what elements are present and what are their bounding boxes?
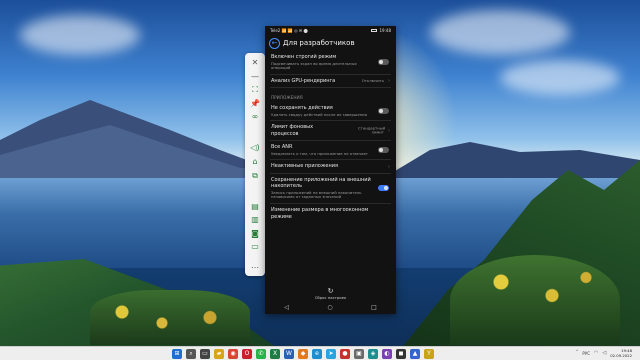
setting-subtitle: Удалять сводку действий после их заверше… — [271, 111, 367, 117]
volume-icon[interactable]: ◁ — [602, 350, 606, 356]
taskbar-telegram-icon[interactable]: ➤ — [326, 349, 336, 359]
setting-gpu-profiling[interactable]: Анализ GPU-рендеринга Отключить › — [270, 75, 391, 89]
setting-inactive-apps[interactable]: Неактивные приложения › — [270, 160, 391, 174]
taskbar-app-orange-icon[interactable]: ◆ — [298, 349, 308, 359]
page-title: Для разработчиков — [283, 39, 355, 47]
setting-subtitle: Подсвечивать экран во время длительных о… — [271, 60, 357, 71]
cloud — [20, 15, 140, 55]
setting-subtitle: Запись приложений на внешний накопитель … — [271, 189, 362, 200]
setting-title: Сохранение приложений на внешний накопит… — [271, 176, 371, 190]
multitask-icon[interactable]: ⧉ — [248, 170, 262, 181]
status-carrier: Tele2 📶 📶 ◎ ✉ ⬤ — [270, 28, 308, 33]
setting-force-external-storage[interactable]: Сохранение приложений на внешний накопит… — [270, 174, 391, 205]
setting-dont-keep-activities[interactable]: Не сохранять действия Удалять сводку дей… — [270, 102, 391, 122]
force-external-storage-toggle[interactable] — [378, 185, 389, 192]
flowers-right — [450, 255, 620, 345]
close-icon[interactable]: ✕ — [248, 58, 262, 69]
taskbar-chrome-icon[interactable]: ◉ — [228, 349, 238, 359]
chevron-right-icon: › — [388, 127, 390, 134]
setting-title: Включен строгий режим — [271, 54, 337, 60]
chevron-right-icon: › — [388, 77, 390, 84]
mirror-side-toolbar: ✕ — ⛶ 📌 ∞ ◁) ⌂ ⧉ ▤ ▥ ◙ ▭ ⋯ — [245, 53, 265, 276]
setting-title: Не сохранять действия — [271, 105, 333, 112]
setting-value: Стандартный лимит — [358, 125, 386, 135]
system-tray: ˄ РУС ◠ ◁ 19:48 02.09.2022 — [576, 348, 632, 358]
home-icon[interactable]: ⌂ — [248, 157, 262, 168]
settings-list: Включен строгий режим Подсвечивать экран… — [265, 51, 396, 223]
taskbar-app-blue-icon[interactable]: ▲ — [410, 349, 420, 359]
taskbar-app-dark-icon[interactable]: ◼ — [396, 349, 406, 359]
clock[interactable]: 19:48 02.09.2022 — [610, 348, 632, 358]
setting-title: Лимит фоновых процессов — [271, 124, 314, 137]
chevron-up-icon[interactable]: ˄ — [576, 350, 579, 356]
cloud — [430, 10, 570, 55]
taskbar-edge-icon[interactable]: e — [312, 349, 322, 359]
clock-date: 02.09.2022 — [610, 353, 632, 358]
taskbar-explorer-icon[interactable]: ▰ — [214, 349, 224, 359]
pin-icon[interactable]: 📌 — [248, 99, 262, 110]
phone-status-bar: Tele2 📶 📶 ◎ ✉ ⬤ 19:48 — [265, 26, 396, 35]
reset-label: Сброс настроек — [314, 295, 347, 300]
taskbar-apps: ⊞ ⌕ ▭ ▰ ◉ O ✆ X W ◆ e ➤ ● ▣ ◈ ◐ ◼ ▲ Y — [172, 349, 434, 359]
status-time: 19:48 — [379, 28, 391, 33]
flowers-left — [90, 290, 250, 345]
taskbar-start-icon[interactable]: ⊞ — [172, 349, 182, 359]
chevron-right-icon: › — [388, 163, 390, 170]
setting-strict-mode[interactable]: Включен строгий режим Подсвечивать экран… — [270, 51, 391, 75]
more-icon[interactable]: ⋯ — [248, 262, 262, 273]
taskbar-excel-icon[interactable]: X — [270, 349, 280, 359]
phone-mirror-window: Tele2 📶 📶 ◎ ✉ ⬤ 19:48 ← Для разработчико… — [265, 26, 396, 314]
screenshot-icon[interactable]: ▤ — [248, 201, 262, 212]
strict-mode-toggle[interactable] — [378, 59, 389, 66]
camera-icon[interactable]: ◙ — [248, 228, 262, 239]
taskbar-app-red-icon[interactable]: ● — [340, 349, 350, 359]
language-indicator[interactable]: РУС — [582, 351, 590, 356]
taskbar-search-icon[interactable]: ⌕ — [186, 349, 196, 359]
taskbar-task-view-icon[interactable]: ▭ — [200, 349, 210, 359]
section-header-apps: ПРИЛОЖЕНИЯ — [271, 95, 303, 101]
nav-back-icon[interactable]: ◁ — [284, 304, 289, 311]
taskbar-app-teal-icon[interactable]: ◈ — [368, 349, 378, 359]
taskbar-word-icon[interactable]: W — [284, 349, 294, 359]
setting-value: Отключить — [361, 77, 384, 83]
back-arrow-icon[interactable]: ← — [269, 37, 280, 49]
all-anr-toggle[interactable] — [378, 147, 389, 154]
volume-icon[interactable]: ◁) — [248, 143, 262, 154]
dont-keep-activities-toggle[interactable] — [378, 108, 389, 115]
taskbar-app-gray-icon[interactable]: ▣ — [354, 349, 364, 359]
taskbar-app-purple-icon[interactable]: ◐ — [382, 349, 392, 359]
setting-background-limit[interactable]: Лимит фоновых процессов Стандартный лими… — [270, 121, 391, 142]
app-bar: ← Для разработчиков — [265, 35, 396, 51]
phone-nav-bar: ◁ ○ □ — [265, 301, 396, 314]
reset-settings-button[interactable]: ↻ Сброс настроек — [265, 287, 396, 300]
setting-subtitle: Уведомлять о том, что приложение не отве… — [271, 150, 369, 156]
reset-icon: ↻ — [327, 287, 334, 295]
setting-title: Все ANR — [271, 144, 293, 151]
battery-icon — [371, 29, 378, 32]
wifi-icon[interactable]: ◠ — [594, 350, 598, 356]
minimize-icon[interactable]: — — [248, 72, 262, 83]
link-icon[interactable]: ∞ — [248, 112, 262, 123]
setting-resizable-multiwindow[interactable]: Изменение размера в многооконном режиме — [270, 204, 391, 223]
nav-recents-icon[interactable]: □ — [371, 304, 377, 311]
setting-all-anr[interactable]: Все ANR Уведомлять о том, что приложение… — [270, 141, 391, 161]
taskbar-app-yellow-icon[interactable]: Y — [424, 349, 434, 359]
taskbar: ⊞ ⌕ ▭ ▰ ◉ O ✆ X W ◆ e ➤ ● ▣ ◈ ◐ ◼ ▲ Y ˄ РУС ◠ ◁ 19:48 02.0… — [0, 346, 640, 360]
setting-title: Неактивные приложения — [271, 163, 338, 170]
taskbar-opera-icon[interactable]: O — [242, 349, 252, 359]
files-icon[interactable]: ▥ — [248, 215, 262, 226]
fullscreen-icon[interactable]: ⛶ — [248, 85, 262, 96]
nav-home-icon[interactable]: ○ — [327, 304, 332, 311]
folder-icon[interactable]: ▭ — [248, 242, 262, 253]
taskbar-whatsapp-icon[interactable]: ✆ — [256, 349, 266, 359]
setting-title: Изменение размера в многооконном режиме — [271, 207, 369, 220]
